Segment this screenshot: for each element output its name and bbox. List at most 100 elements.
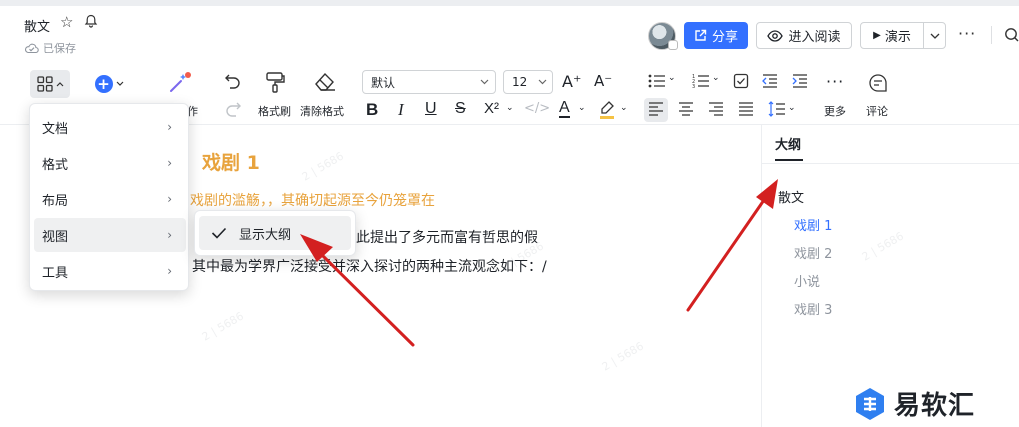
align-right-icon[interactable] <box>708 102 724 116</box>
avatar-badge <box>668 40 678 50</box>
more-menu-button[interactable]: ··· <box>958 24 976 43</box>
increase-font-size-icon[interactable]: A⁺ <box>562 72 581 91</box>
strikethrough-icon[interactable]: S <box>455 100 466 118</box>
menu-item-label: 布局 <box>42 193 69 209</box>
align-left-icon[interactable] <box>648 102 664 116</box>
read-mode-button[interactable]: 进入阅读 <box>756 22 852 49</box>
menu-item-label: 文档 <box>42 121 69 137</box>
menu-item-label: 格式 <box>42 157 69 173</box>
indent-icon[interactable] <box>792 73 808 89</box>
present-button[interactable]: ▶ 演示 <box>860 22 946 49</box>
brand-logo: 易软汇 <box>854 385 975 422</box>
play-icon: ▶ <box>873 30 881 41</box>
tab-outline-indicator <box>775 159 803 161</box>
watermark: 2 | 5686 <box>199 309 246 344</box>
outdent-icon[interactable] <box>762 73 778 89</box>
outline-item[interactable]: 戏剧 3 <box>794 299 832 318</box>
chevron-down-icon[interactable]: ⌄ <box>712 73 720 83</box>
outline-item[interactable]: 散文 <box>778 187 804 206</box>
underline-icon[interactable]: U <box>425 100 437 118</box>
font-family-select[interactable]: 默认 <box>362 70 496 94</box>
search-icon[interactable] <box>1004 27 1019 42</box>
share-button[interactable]: 分享 <box>684 22 748 49</box>
tab-outline[interactable]: 大纲 <box>775 134 801 153</box>
align-center-icon[interactable] <box>678 102 694 116</box>
outline-item[interactable]: 小说 <box>794 271 820 290</box>
menu-item-format[interactable]: 格式 › <box>34 146 186 180</box>
more-tools-label[interactable]: 更多 <box>824 103 846 119</box>
clear-format-label[interactable]: 清除格式 <box>300 103 344 119</box>
bold-icon[interactable]: B <box>366 100 378 120</box>
watermark: 2 | 5686 <box>859 229 906 264</box>
cloud-check-icon <box>24 43 39 54</box>
doc-title[interactable]: 散文 <box>24 16 50 35</box>
comment-icon[interactable] <box>868 73 888 93</box>
font-size-select[interactable]: 12 <box>503 70 553 94</box>
save-status-text: 已保存 <box>43 42 76 55</box>
watermark: 2 | 5686 <box>299 149 346 184</box>
chevron-down-icon[interactable]: ⌄ <box>578 103 586 113</box>
chevron-down-icon <box>480 79 489 85</box>
share-label: 分享 <box>711 30 738 45</box>
insert-blocks-button[interactable] <box>30 70 70 98</box>
brand-name: 易软汇 <box>894 391 976 421</box>
plus-icon: + <box>94 75 113 93</box>
superscript-icon[interactable]: X² <box>484 100 499 117</box>
doc-heading[interactable]: 戏剧 1 <box>202 148 260 175</box>
font-size-value: 12 <box>512 75 528 89</box>
grid-icon <box>36 76 53 92</box>
checkbox-icon[interactable] <box>733 73 749 89</box>
doc-paragraph-highlight[interactable]: 戏剧的滥觞，，其确切起源至今仍笼罩在 <box>190 190 435 210</box>
chevron-down-icon[interactable]: ⌄ <box>620 103 628 113</box>
italic-icon[interactable]: I <box>398 100 404 120</box>
bullet-list-icon[interactable] <box>648 74 666 88</box>
watermark: 2 | 5686 <box>599 339 646 374</box>
format-painter-label[interactable]: 格式刷 <box>258 103 291 119</box>
show-outline-option[interactable]: 显示大纲 <box>199 216 351 250</box>
read-mode-label: 进入阅读 <box>788 30 841 45</box>
chevron-down-icon <box>116 81 123 86</box>
comment-label[interactable]: 评论 <box>866 103 888 119</box>
undo-icon[interactable] <box>224 73 242 89</box>
magic-wand-icon <box>170 72 191 92</box>
menu-item-layout[interactable]: 布局 › <box>34 182 186 216</box>
chevron-right-icon: › <box>167 264 172 278</box>
divider <box>991 26 992 44</box>
eye-icon <box>767 29 784 42</box>
menu-item-tools[interactable]: 工具 › <box>34 254 186 288</box>
menu-item-view[interactable]: 视图 › <box>34 218 186 252</box>
outline-header-divider <box>762 163 1019 164</box>
text-color-icon[interactable]: A <box>559 99 570 118</box>
ai-magic-button[interactable] <box>164 70 194 96</box>
code-icon[interactable]: </> <box>524 101 550 116</box>
view-submenu: 显示大纲 <box>194 210 356 256</box>
chevron-down-icon[interactable]: ⌄ <box>668 73 676 83</box>
menu-item-document[interactable]: 文档 › <box>34 110 186 144</box>
window-top-strip <box>0 0 1019 6</box>
insert-blocks-menu: 文档 › 格式 › 布局 › 视图 › 工具 › <box>29 103 189 291</box>
save-status: 已保存 <box>24 40 76 56</box>
chevron-down-icon[interactable]: ⌄ <box>788 103 796 113</box>
present-dropdown-button[interactable] <box>923 23 945 48</box>
redo-icon[interactable] <box>224 101 242 117</box>
present-main[interactable]: ▶ 演示 <box>861 23 923 48</box>
menu-item-label: 工具 <box>42 265 69 281</box>
justify-icon[interactable] <box>738 102 754 116</box>
more-tools-icon[interactable]: ··· <box>826 72 844 91</box>
line-spacing-icon[interactable] <box>768 101 786 117</box>
outline-item[interactable]: 戏剧 2 <box>794 243 832 262</box>
decrease-font-size-icon[interactable]: A⁻ <box>594 72 612 90</box>
bell-icon[interactable] <box>84 14 98 28</box>
insert-button[interactable]: + <box>92 72 126 96</box>
numbered-list-icon[interactable]: 123 <box>692 73 710 89</box>
star-icon[interactable]: ☆ <box>60 13 73 31</box>
brand-hexagon-icon <box>856 387 884 420</box>
eraser-icon[interactable] <box>313 71 337 91</box>
font-family-value: 默认 <box>371 75 396 90</box>
format-painter-icon[interactable] <box>265 71 285 93</box>
doc-paragraph-line[interactable]: 其中最为学界广泛接受并深入探讨的两种主流观念如下：/ <box>192 256 547 276</box>
menu-item-label: 视图 <box>42 229 69 245</box>
chevron-down-icon[interactable]: ⌄ <box>506 103 514 113</box>
highlight-icon[interactable] <box>598 100 616 120</box>
outline-item-active[interactable]: 戏剧 1 <box>794 215 832 234</box>
